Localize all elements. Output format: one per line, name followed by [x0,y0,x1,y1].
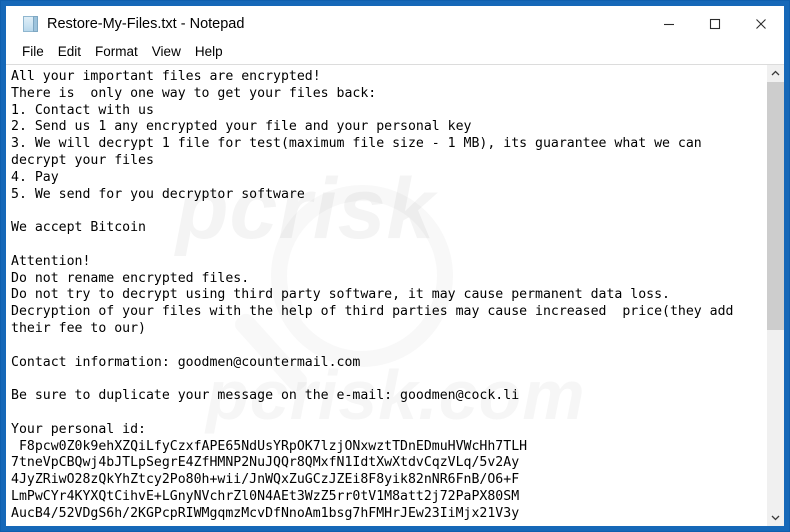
text-line: Do not rename encrypted files. [11,270,250,286]
client-area: pcrisk pcrisk.com All your important fil… [6,64,784,526]
text-line: 2. Send us 1 any encrypted your file and… [11,119,472,135]
scroll-down-arrow-icon[interactable] [767,509,784,526]
text-line: decrypt your files [11,152,154,168]
text-line: 3. We will decrypt 1 file for test(maxim… [11,136,702,152]
text-line [11,338,766,355]
text-line [11,405,766,422]
text-line: Contact information: goodmen@countermail… [11,354,361,370]
scrollbar-thumb[interactable] [767,82,784,330]
text-line: Do not try to decrypt using third party … [11,287,670,303]
scroll-up-arrow-icon[interactable] [767,65,784,82]
text-line: All your important files are encrypted! [11,69,321,84]
menu-item-file[interactable]: File [15,43,51,62]
text-line: 5. We send for you decryptor software [11,186,305,202]
ransom-note-text[interactable]: All your important files are encrypted! T… [6,65,766,523]
menu-item-view[interactable]: View [145,43,188,62]
text-line: Be sure to duplicate your message on the… [11,388,520,404]
title-bar-left: Restore-My-Files.txt - Notepad [6,15,646,33]
menu-item-help[interactable]: Help [188,43,230,62]
close-button[interactable] [738,7,784,41]
vertical-scrollbar[interactable] [766,65,784,526]
menu-bar: File Edit Format View Help [6,41,784,64]
title-bar[interactable]: Restore-My-Files.txt - Notepad [6,6,784,41]
text-line: 4JyZRiwO28zQkYhZtcy2Po80h+wii/JnWQxZuGCz… [11,472,520,488]
text-editor[interactable]: pcrisk pcrisk.com All your important fil… [6,65,766,526]
text-line [11,237,766,254]
text-line: AucB4/52VDgS6h/2KGPcpRIWMgqmzMcvDfNnoAm1… [11,505,520,521]
menu-item-format[interactable]: Format [88,43,145,62]
scrollbar-track[interactable] [767,82,784,509]
text-line: Decryption of your files with the help o… [11,304,734,320]
text-line: Your personal id: [11,421,146,437]
text-line [11,371,766,388]
window-title: Restore-My-Files.txt - Notepad [47,15,245,32]
text-line: 7tneVpCBQwj4bJTLpSegrE4ZfHMNP2NuJQQr8QMx… [11,455,520,471]
notepad-document-icon [22,15,38,33]
text-line: We accept Bitcoin [11,220,146,236]
text-line: LmPwCYr4KYXQtCihvE+LGnyNVchrZl0N4AEt3WzZ… [11,488,520,504]
text-line: Attention! [11,253,91,269]
text-line: 1. Contact with us [11,102,154,118]
maximize-button[interactable] [692,7,738,41]
minimize-button[interactable] [646,7,692,41]
menu-item-edit[interactable]: Edit [51,43,88,62]
text-line: 4. Pay [11,169,59,185]
text-line: There is only one way to get your files … [11,85,377,101]
caption-button-group [646,7,784,41]
text-line: F8pcw0Z0k9ehXZQiLfyCzxfAPE65NdUsYRpOK7lz… [11,438,528,454]
text-line [11,203,766,220]
notepad-window: Restore-My-Files.txt - Notepad File Edit… [0,0,790,532]
text-line: their fee to our) [11,320,146,336]
